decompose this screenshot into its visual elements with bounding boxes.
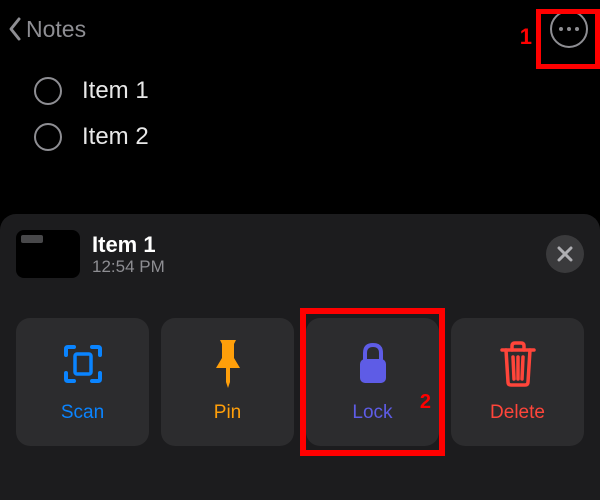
pin-icon: [208, 340, 248, 388]
nav-bar: Notes: [0, 0, 600, 58]
sheet-header: Item 1 12:54 PM: [16, 230, 584, 278]
pin-label: Pin: [214, 402, 241, 424]
lock-label: Lock: [352, 402, 392, 424]
scan-icon: [60, 340, 106, 388]
notes-list: Item 1 Item 2: [0, 58, 600, 160]
close-button[interactable]: [546, 235, 584, 273]
pin-button[interactable]: Pin: [161, 318, 294, 446]
close-icon: [556, 245, 574, 263]
delete-label: Delete: [490, 402, 545, 424]
sheet-title-block: Item 1 12:54 PM: [92, 232, 534, 277]
sheet-title: Item 1: [92, 232, 534, 258]
radio-unchecked-icon[interactable]: [34, 77, 62, 105]
delete-button[interactable]: Delete: [451, 318, 584, 446]
radio-unchecked-icon[interactable]: [34, 123, 62, 151]
list-item-label: Item 2: [82, 123, 149, 151]
scan-label: Scan: [61, 402, 104, 424]
scan-button[interactable]: Scan: [16, 318, 149, 446]
annotation-label-2: 2: [420, 391, 431, 414]
list-item[interactable]: Item 1: [34, 68, 580, 114]
back-button[interactable]: Notes: [6, 15, 86, 43]
action-sheet: Item 1 12:54 PM: [0, 214, 600, 500]
note-thumbnail: [16, 230, 80, 278]
list-item-label: Item 1: [82, 77, 149, 105]
list-item[interactable]: Item 2: [34, 114, 580, 160]
action-row: Scan Pin 2 Lock: [16, 318, 584, 446]
lock-icon: [353, 340, 393, 388]
ellipsis-icon: [559, 27, 563, 31]
sheet-timestamp: 12:54 PM: [92, 257, 534, 277]
trash-icon: [497, 340, 539, 388]
lock-button[interactable]: 2 Lock: [306, 318, 439, 446]
annotation-label-1: 1: [520, 24, 532, 50]
back-label: Notes: [26, 16, 86, 43]
chevron-left-icon: [6, 15, 24, 43]
more-button[interactable]: [550, 10, 588, 48]
